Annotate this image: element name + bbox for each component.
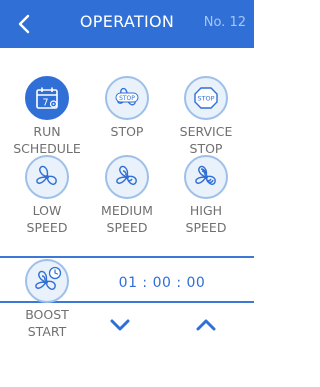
low-speed-button[interactable]: LOW SPEED — [7, 155, 87, 236]
medium-speed-icon-wrap — [105, 155, 149, 199]
stop-button[interactable]: STOP STOP — [87, 76, 167, 140]
stop-label: STOP — [110, 124, 144, 139]
service-stop-label: SERVICE STOP — [179, 124, 233, 156]
unit-number: No. 12 — [203, 15, 246, 30]
fan-icon — [116, 165, 137, 185]
high-speed-button[interactable]: HIGH SPEED — [166, 155, 246, 236]
service-stop-icon-wrap: STOP — [184, 76, 228, 120]
high-speed-label: HIGH SPEED — [185, 203, 227, 235]
low-speed-icon-wrap — [25, 155, 69, 199]
boost-start-label: BOOST START — [25, 307, 69, 339]
fan-icon — [195, 165, 216, 185]
medium-speed-label: MEDIUM SPEED — [101, 203, 153, 235]
chevron-up-icon — [196, 319, 216, 331]
service-stop-button[interactable]: STOP SERVICE STOP — [166, 76, 246, 157]
octagon-stop-icon: STOP — [194, 87, 218, 109]
calendar-day: 7 — [42, 98, 48, 109]
medium-speed-button[interactable]: MEDIUM SPEED — [87, 155, 167, 236]
header-bar: OPERATION No. 12 — [0, 0, 254, 48]
boost-start-button[interactable]: BOOST START — [7, 259, 87, 340]
stop-icon-wrap: STOP — [105, 76, 149, 120]
calendar-icon: 7 — [36, 87, 58, 109]
svg-text:STOP: STOP — [197, 95, 214, 103]
stop-fan-icon: STOP — [115, 87, 139, 106]
high-speed-icon-wrap — [184, 155, 228, 199]
boost-timer: 01 : 00 : 00 — [118, 275, 206, 291]
boost-icon-wrap — [25, 259, 69, 303]
svg-text:STOP: STOP — [119, 95, 135, 102]
run-schedule-icon-wrap: 7 — [25, 76, 69, 120]
increase-button[interactable] — [192, 315, 220, 335]
fan-icon — [36, 165, 57, 185]
run-schedule-button[interactable]: 7 RUN SCHEDULE — [7, 76, 87, 157]
decrease-button[interactable] — [106, 315, 134, 335]
low-speed-label: LOW SPEED — [26, 203, 68, 235]
chevron-down-icon — [110, 319, 130, 331]
boost-fan-clock-icon — [35, 266, 62, 290]
run-schedule-label: RUN SCHEDULE — [13, 124, 81, 156]
